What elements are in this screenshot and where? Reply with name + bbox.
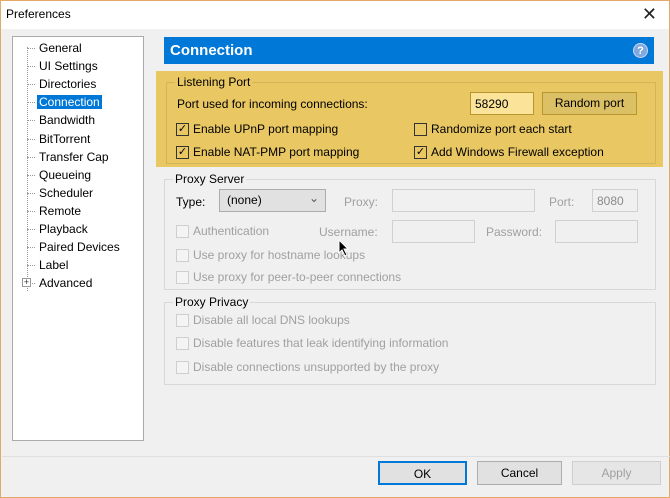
sidebar-item-playback[interactable]: Playback (27, 221, 92, 237)
sidebar-item-label: Paired Devices (39, 240, 120, 255)
random-port-button[interactable]: Random port (542, 92, 637, 115)
window-title: Preferences (6, 7, 71, 21)
sidebar-item-label: Label (39, 258, 69, 273)
sidebar-item-general[interactable]: General (27, 40, 86, 56)
sidebar-item-paired-devices[interactable]: Paired Devices (27, 239, 124, 255)
leak-label: Disable features that leak identifying i… (193, 336, 449, 350)
firewall-label: Add Windows Firewall exception (431, 145, 604, 159)
chevron-down-icon: ⌄ (308, 191, 319, 205)
dns-label: Disable all local DNS lookups (193, 313, 350, 327)
checkbox-empty (176, 360, 189, 374)
expand-icon[interactable]: + (22, 278, 31, 287)
sidebar-item-bandwidth[interactable]: Bandwidth (27, 112, 99, 128)
section-header: Connection ? (164, 37, 654, 64)
leak-features-checkbox[interactable]: Disable features that leak identifying i… (176, 336, 448, 350)
sidebar-item-queueing[interactable]: Queueing (27, 167, 95, 183)
sidebar-item-scheduler[interactable]: Scheduler (27, 185, 97, 201)
checkbox-empty (176, 224, 189, 238)
preferences-tree: General UI Settings Directories Connection B… (12, 36, 144, 441)
username-input[interactable] (392, 220, 475, 243)
footer-divider (2, 456, 670, 457)
checkbox-empty (176, 336, 189, 350)
group-title: Proxy Privacy (173, 295, 251, 309)
sidebar-item-label: Bandwidth (39, 113, 96, 128)
p2p-label: Use proxy for peer-to-peer connections (193, 270, 402, 284)
password-input[interactable] (555, 220, 638, 243)
check-icon: ✓ (176, 145, 189, 159)
cancel-button[interactable]: Cancel (477, 461, 562, 485)
apply-button[interactable]: Apply (572, 461, 661, 485)
password-label: Password: (486, 225, 543, 239)
proxy-type-select[interactable]: (none) ⌄ (219, 189, 326, 212)
sidebar-item-connection[interactable]: Connection (27, 94, 104, 110)
sidebar-item-transfer-cap[interactable]: Transfer Cap (27, 149, 113, 165)
sidebar-item-label: Transfer Cap (39, 149, 109, 164)
group-title: Proxy Server (173, 172, 247, 186)
unsupported-label: Disable connections unsupported by the p… (193, 360, 440, 374)
checkbox-empty (414, 122, 427, 136)
unsupported-connections-checkbox[interactable]: Disable connections unsupported by the p… (176, 360, 439, 374)
proxy-port-input[interactable] (592, 189, 638, 212)
title-bar: Preferences ✕ (1, 1, 669, 29)
section-title: Connection (170, 42, 253, 59)
checkbox-empty (176, 313, 189, 327)
checkbox-empty (176, 248, 189, 262)
natpmp-checkbox[interactable]: ✓ Enable NAT-PMP port mapping (176, 145, 359, 159)
proxy-label: Proxy: (344, 195, 379, 209)
sidebar-item-label: Directories (39, 77, 97, 92)
sidebar-item-label: Playback (39, 222, 88, 236)
check-icon: ✓ (414, 145, 427, 159)
sidebar-item-label: Scheduler (39, 185, 94, 200)
sidebar-item-directories[interactable]: Directories (27, 76, 100, 92)
help-icon[interactable]: ? (633, 43, 648, 58)
checkbox-empty (176, 270, 189, 284)
ok-button[interactable]: OK (378, 461, 467, 485)
type-label: Type: (176, 195, 206, 209)
randomize-label: Randomize port each start (431, 122, 572, 136)
username-label: Username: (319, 225, 378, 239)
sidebar-item-label: BitTorrent (39, 131, 91, 146)
authentication-label: Authentication (193, 224, 270, 238)
mouse-cursor-icon (338, 239, 350, 257)
randomize-port-checkbox[interactable]: Randomize port each start (414, 122, 572, 136)
port-label: Port: (549, 195, 575, 209)
sidebar-item-label: Advanced (39, 276, 93, 291)
port-input[interactable] (470, 92, 534, 115)
sidebar-item-label: Remote (39, 203, 82, 218)
sidebar-item-label: General (39, 41, 82, 55)
check-icon: ✓ (176, 122, 189, 136)
authentication-checkbox[interactable]: Authentication (176, 224, 269, 238)
sidebar-item-remote[interactable]: Remote (27, 203, 85, 219)
dns-lookups-checkbox[interactable]: Disable all local DNS lookups (176, 313, 350, 327)
upnp-checkbox[interactable]: ✓ Enable UPnP port mapping (176, 122, 338, 136)
p2p-proxy-checkbox[interactable]: Use proxy for peer-to-peer connections (176, 270, 401, 284)
hostname-lookups-checkbox[interactable]: Use proxy for hostname lookups (176, 248, 365, 262)
proxy-input[interactable] (392, 189, 535, 212)
close-icon[interactable]: ✕ (642, 4, 657, 25)
upnp-label: Enable UPnP port mapping (193, 122, 339, 136)
sidebar-item-label: Queueing (39, 167, 92, 182)
sidebar-item-label[interactable]: Label (27, 257, 72, 273)
proxy-type-value: (none) (227, 193, 262, 207)
port-label: Port used for incoming connections: (177, 97, 368, 111)
natpmp-label: Enable NAT-PMP port mapping (193, 145, 360, 159)
preferences-window: Preferences ✕ General UI Settings Director… (0, 0, 670, 498)
sidebar-item-label: UI Settings (39, 59, 98, 74)
sidebar-item-advanced[interactable]: Advanced (27, 275, 96, 291)
group-title: Listening Port (175, 75, 253, 89)
sidebar-item-bittorrent[interactable]: BitTorrent (27, 131, 94, 147)
firewall-checkbox[interactable]: ✓ Add Windows Firewall exception (414, 145, 604, 159)
sidebar-item-ui-settings[interactable]: UI Settings (27, 58, 102, 74)
sidebar-item-label: Connection (37, 95, 102, 110)
